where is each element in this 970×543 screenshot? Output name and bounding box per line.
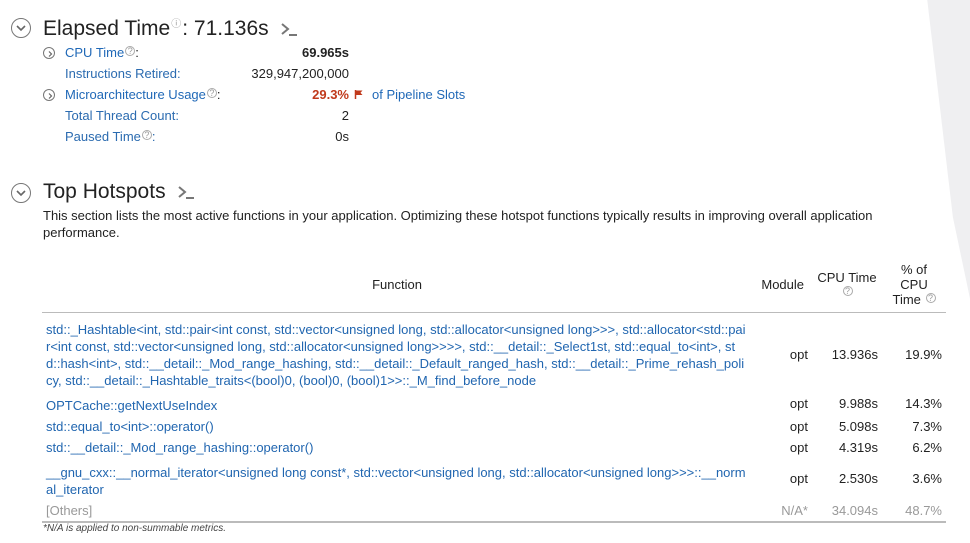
table-row[interactable]: __gnu_cxx::__normal_iterator<unsigned lo… bbox=[42, 458, 946, 500]
help-icon[interactable]: ? bbox=[925, 293, 936, 304]
function-link[interactable]: __gnu_cxx::__normal_iterator<unsigned lo… bbox=[42, 458, 752, 500]
column-header-pct-cpu-time[interactable]: % of CPU Time ? bbox=[882, 258, 946, 313]
chevron-right-icon bbox=[48, 93, 53, 99]
prompt-icon[interactable] bbox=[177, 184, 195, 200]
others-label: [Others] bbox=[42, 499, 752, 523]
thread-count-value: 2 bbox=[341, 108, 349, 123]
top-hotspots-title: Top Hotspots bbox=[43, 180, 166, 203]
cpu-time-cell: 9.988s bbox=[838, 395, 878, 411]
collapse-hotspots-button[interactable] bbox=[11, 183, 31, 203]
footnote: *N/A is applied to non-summable metrics. bbox=[43, 523, 227, 534]
cpu-time-cell: 13.936s bbox=[831, 347, 878, 362]
expand-cpu-time-button[interactable] bbox=[43, 47, 55, 59]
help-icon[interactable]: ? bbox=[141, 130, 152, 140]
paused-time-label: Paused Time bbox=[65, 129, 141, 144]
elapsed-time-title: Elapsed Time bbox=[43, 17, 171, 40]
table-row[interactable]: std::_Hashtable<int, std::pair<int const… bbox=[42, 312, 946, 391]
pct-cpu-time-cell: 19.9% bbox=[905, 347, 942, 362]
pct-cpu-time-cell: 48.7% bbox=[882, 499, 946, 523]
cpu-time-cell: 2.530s bbox=[838, 471, 878, 486]
table-row[interactable]: std::__detail::_Mod_range_hashing::opera… bbox=[42, 437, 946, 458]
hotspots-table: Function Module CPU Time ? % of CPU Time… bbox=[42, 258, 946, 523]
column-header-module[interactable]: Module bbox=[752, 258, 812, 313]
module-cell: opt bbox=[789, 347, 808, 362]
module-cell: opt bbox=[789, 439, 808, 455]
pct-cpu-time-cell: 3.6% bbox=[912, 471, 942, 486]
function-link[interactable]: OPTCache::getNextUseIndex bbox=[42, 391, 752, 416]
help-icon[interactable]: ⓘ bbox=[171, 19, 181, 30]
elapsed-time-value: : 71.136s bbox=[182, 17, 269, 40]
help-icon[interactable]: ? bbox=[206, 88, 217, 98]
cpu-time-cell: 5.098s bbox=[838, 418, 878, 434]
metric-thread-count: Total Thread Count: 2 bbox=[65, 108, 365, 123]
instructions-retired-label: Instructions Retired: bbox=[65, 66, 181, 81]
module-cell: opt bbox=[789, 418, 808, 434]
metric-instructions-retired: Instructions Retired: 329,947,200,000 bbox=[65, 66, 365, 81]
chevron-down-icon bbox=[16, 25, 26, 32]
pipeline-slots-label: of Pipeline Slots bbox=[372, 87, 466, 102]
pct-cpu-time-cell: 7.3% bbox=[912, 418, 942, 434]
chevron-right-icon bbox=[48, 51, 53, 57]
column-header-function[interactable]: Function bbox=[42, 258, 752, 313]
expand-microarchitecture-button[interactable] bbox=[43, 89, 55, 101]
prompt-icon[interactable] bbox=[280, 21, 298, 37]
cpu-time-cell: 4.319s bbox=[838, 439, 878, 455]
top-hotspots-heading: Top Hotspots bbox=[43, 180, 195, 204]
microarchitecture-usage-label[interactable]: Microarchitecture Usage bbox=[65, 87, 206, 102]
metric-cpu-time: CPU Time?: 69.965s bbox=[65, 45, 349, 60]
elapsed-time-heading: Elapsed Timeⓘ: 71.136s bbox=[43, 15, 298, 41]
paused-time-value: 0s bbox=[335, 129, 349, 144]
function-link[interactable]: std::__detail::_Mod_range_hashing::opera… bbox=[42, 437, 752, 458]
metric-paused-time: Paused Time?: 0s bbox=[65, 129, 349, 144]
table-row[interactable]: std::equal_to<int>::operator() opt 5.098… bbox=[42, 416, 946, 437]
column-header-cpu-time[interactable]: CPU Time ? bbox=[812, 258, 882, 313]
function-link[interactable]: std::_Hashtable<int, std::pair<int const… bbox=[42, 312, 752, 391]
help-icon[interactable]: ? bbox=[125, 46, 136, 56]
warning-flag-icon bbox=[354, 90, 363, 99]
cpu-time-label[interactable]: CPU Time bbox=[65, 45, 124, 60]
help-icon[interactable]: ? bbox=[842, 285, 853, 296]
hotspots-description: This section lists the most active funct… bbox=[43, 208, 873, 240]
table-row[interactable]: OPTCache::getNextUseIndex opt 9.988s 14.… bbox=[42, 391, 946, 416]
chevron-down-icon bbox=[16, 190, 26, 197]
cpu-time-cell: 34.094s bbox=[812, 499, 882, 523]
instructions-retired-value: 329,947,200,000 bbox=[251, 66, 349, 81]
thread-count-label: Total Thread Count: bbox=[65, 108, 179, 123]
module-cell: opt bbox=[789, 471, 808, 486]
module-cell: opt bbox=[789, 395, 808, 411]
collapse-elapsed-button[interactable] bbox=[11, 18, 31, 38]
cpu-time-value: 69.965s bbox=[302, 45, 349, 60]
metric-microarchitecture-usage: Microarchitecture Usage?: 29.3% of Pipel… bbox=[65, 87, 466, 102]
module-cell: N/A* bbox=[752, 499, 812, 523]
pct-cpu-time-cell: 6.2% bbox=[912, 439, 942, 455]
pct-cpu-time-cell: 14.3% bbox=[905, 395, 942, 411]
microarchitecture-usage-value: 29.3% bbox=[312, 87, 349, 102]
table-row-others: [Others] N/A* 34.094s 48.7% bbox=[42, 499, 946, 523]
function-link[interactable]: std::equal_to<int>::operator() bbox=[42, 416, 752, 437]
